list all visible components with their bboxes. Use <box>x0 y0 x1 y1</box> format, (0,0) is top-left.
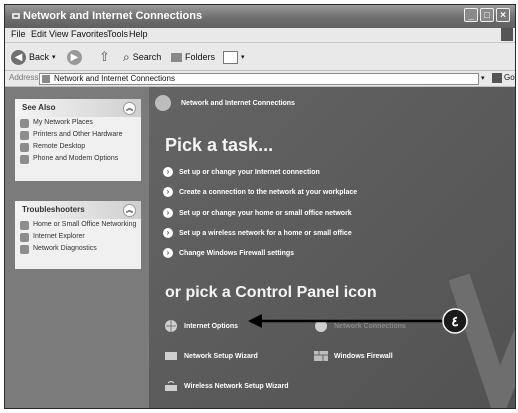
go-button[interactable]: Go <box>504 73 515 82</box>
pick-task-heading: Pick a task... <box>165 135 274 155</box>
go-arrow-icon[interactable] <box>492 73 502 83</box>
task-pane: See Also ︽ My Network Places Printers an… <box>5 87 149 408</box>
menu-edit[interactable]: Edit <box>31 29 47 39</box>
pick-control-panel-heading: or pick a Control Panel icon <box>165 284 377 301</box>
menu-favorites[interactable]: Favorites <box>71 29 108 39</box>
address-label: Address <box>9 73 39 82</box>
troubleshooters-title: Troubleshooters <box>22 205 85 214</box>
search-button[interactable]: ⌕ Search <box>123 48 161 66</box>
internet-options-icon <box>165 320 177 332</box>
close-button[interactable]: × <box>496 8 510 22</box>
see-also-item[interactable]: Remote Desktop <box>15 141 141 153</box>
explorer-window: Network and Internet Connections _ □ × F… <box>4 4 516 409</box>
network-globe-icon <box>155 95 171 111</box>
task-link[interactable]: › Change Windows Firewall settings <box>163 248 294 258</box>
views-button[interactable]: ▾ <box>223 48 245 66</box>
window-title: Network and Internet Connections <box>23 10 203 22</box>
firewall-icon <box>314 351 328 361</box>
network-connections-icon <box>315 320 327 332</box>
task-link[interactable]: › Set up or change your home or small off… <box>163 208 352 218</box>
back-button[interactable]: ◀ Back ▾ <box>11 48 56 66</box>
folders-icon <box>171 52 182 62</box>
troubleshooter-item[interactable]: Home or Small Office Networking <box>15 219 141 231</box>
troubleshooter-item[interactable]: Internet Explorer <box>15 231 141 243</box>
wireless-network-icon <box>165 381 177 391</box>
category-header: Network and Internet Connections <box>181 100 295 107</box>
windows-logo-icon <box>501 28 513 41</box>
cp-wireless-network-setup-wizard[interactable]: Wireless Network Setup Wizard <box>163 379 289 393</box>
cp-network-setup-wizard[interactable]: Network Setup Wizard <box>163 349 258 363</box>
search-label: Search <box>132 52 162 62</box>
address-dropdown-icon[interactable]: ▾ <box>481 74 485 82</box>
network-folder-icon <box>12 13 20 19</box>
views-dropdown-icon: ▾ <box>241 54 245 61</box>
task-arrow-icon: › <box>163 208 173 218</box>
cp-network-connections[interactable]: Network Connections <box>313 319 406 333</box>
collapse-chevron-icon[interactable]: ︽ <box>123 204 136 217</box>
network-setup-wizard-icon <box>165 352 177 360</box>
title-bar: Network and Internet Connections _ □ × <box>5 5 515 28</box>
see-also-item[interactable]: Printers and Other Hardware <box>15 129 141 141</box>
task-arrow-icon: › <box>163 228 173 238</box>
help-document-icon <box>20 221 29 230</box>
menu-help[interactable]: Help <box>129 29 148 39</box>
collapse-chevron-icon[interactable]: ︽ <box>123 102 136 115</box>
address-field[interactable]: Network and Internet Connections <box>39 73 479 85</box>
maximize-button[interactable]: □ <box>480 8 494 22</box>
back-arrow-icon: ◀ <box>11 49 26 65</box>
menu-file[interactable]: File <box>11 29 26 39</box>
see-also-item[interactable]: Phone and Modem Options <box>15 153 141 165</box>
folders-button[interactable]: Folders <box>171 48 215 66</box>
folders-label: Folders <box>185 52 216 62</box>
menu-tools[interactable]: Tools <box>107 29 128 39</box>
see-also-header[interactable]: See Also ︽ <box>15 99 141 117</box>
up-arrow-icon: ⇧ <box>99 49 110 64</box>
remote-desktop-icon <box>20 143 29 152</box>
see-also-panel: See Also ︽ My Network Places Printers an… <box>15 99 141 181</box>
help-document-icon <box>20 245 29 254</box>
task-link[interactable]: › Set up or change your Internet connecti… <box>163 167 320 177</box>
troubleshooters-header[interactable]: Troubleshooters ︽ <box>15 201 141 219</box>
troubleshooter-item[interactable]: Network Diagnostics <box>15 243 141 255</box>
see-also-title: See Also <box>22 103 56 112</box>
back-label: Back <box>29 52 50 62</box>
task-arrow-icon: › <box>163 167 173 177</box>
up-folder-button[interactable]: ⇧ <box>99 48 110 66</box>
address-value: Network and Internet Connections <box>54 74 175 83</box>
back-dropdown-icon[interactable]: ▾ <box>52 53 56 61</box>
phone-modem-icon <box>20 155 29 164</box>
address-folder-icon <box>42 75 50 83</box>
main-pane: Network and Internet Connections Pick a … <box>149 87 515 408</box>
printer-icon <box>20 131 29 140</box>
toolbar: ◀ Back ▾ ▶ ⇧ ⌕ Search Folders ▾ <box>5 43 515 71</box>
forward-arrow-icon: ▶ <box>67 49 82 65</box>
task-arrow-icon: › <box>163 248 173 258</box>
cp-internet-options[interactable]: Internet Options <box>163 319 238 333</box>
help-document-icon <box>20 233 29 242</box>
search-icon: ⌕ <box>123 49 130 64</box>
task-link[interactable]: › Create a connection to the network at y… <box>163 187 357 197</box>
task-arrow-icon: › <box>163 187 173 197</box>
task-link[interactable]: › Set up a wireless network for a home or… <box>163 228 352 238</box>
menu-bar: File Edit View Favorites Tools Help <box>5 28 515 43</box>
see-also-item[interactable]: My Network Places <box>15 117 141 129</box>
forward-button[interactable]: ▶ <box>67 48 82 66</box>
menu-view[interactable]: View <box>49 29 68 39</box>
cp-windows-firewall[interactable]: Windows Firewall <box>313 349 393 363</box>
network-places-icon <box>20 119 29 128</box>
address-bar: Address Network and Internet Connections… <box>5 71 515 87</box>
troubleshooters-panel: Troubleshooters ︽ Home or Small Office N… <box>15 201 141 269</box>
callout-number: ٤ <box>451 313 459 329</box>
minimize-button[interactable]: _ <box>464 8 478 22</box>
views-icon <box>223 50 238 64</box>
